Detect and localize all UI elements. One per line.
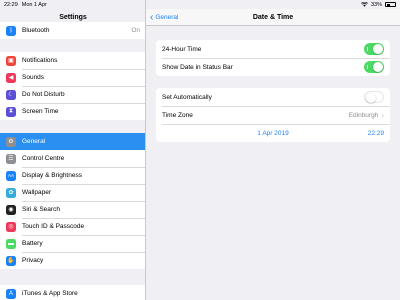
toggle-show-date-status-bar[interactable] <box>364 61 384 73</box>
sidebar-item-display-brightness[interactable]: AA Display & Brightness <box>0 167 145 184</box>
sidebar-group: ᛒ Bluetooth On <box>0 22 145 39</box>
row-label: 24-Hour Time <box>162 45 202 53</box>
chevron-right-icon: › <box>381 110 384 120</box>
row-24-hour-time: 24-Hour Time <box>156 40 390 58</box>
siri-icon: ◉ <box>6 204 16 215</box>
sidebar-item-general[interactable]: ⚙ General <box>0 133 145 150</box>
bluetooth-icon: ᛒ <box>6 25 16 36</box>
sidebar-item-battery[interactable]: ▬ Battery <box>0 235 145 252</box>
row-set-automatically: Set Automatically <box>156 88 390 106</box>
hourglass-icon: ⧗ <box>6 106 16 117</box>
sidebar-item-itunes-app-store[interactable]: AiTunes & App Store <box>0 285 145 300</box>
sidebar-item-label: Control Centre <box>22 155 65 162</box>
time-zone-value: Edinburgh › <box>349 111 384 120</box>
sidebar-item-label: Bluetooth <box>22 27 50 34</box>
sidebar-item-label: Do Not Disturb <box>22 91 65 98</box>
sidebar-item-bluetooth[interactable]: ᛒ Bluetooth On <box>0 22 145 39</box>
sidebar-item-label: Privacy <box>22 257 44 264</box>
sidebar-item-label: Siri & Search <box>22 206 60 213</box>
row-show-date-status-bar: Show Date in Status Bar <box>156 58 390 76</box>
status-right: 33% <box>361 2 396 8</box>
sidebar-item-label: Display & Brightness <box>22 172 82 179</box>
row-label: Set Automatically <box>162 93 212 101</box>
picker-date[interactable]: 1 Apr 2019 <box>156 130 390 137</box>
date-time-pane: ‹ General Date & Time 24-Hour Time Show … <box>146 0 400 300</box>
gear-icon: ⚙ <box>6 136 16 147</box>
page-title: Date & Time <box>252 14 294 21</box>
toggle-24-hour-time[interactable] <box>364 43 384 55</box>
battery-icon: ▬ <box>6 238 16 249</box>
control-centre-icon: ☰ <box>6 153 16 164</box>
date-time-group: Set Automatically Time Zone Edinburgh › … <box>156 88 390 142</box>
sidebar-group: ⚙ General ☰ Control Centre AA Display & Brigh… <box>0 133 145 269</box>
notifications-icon: ▣ <box>6 55 16 66</box>
sounds-icon: ◀ <box>6 72 16 83</box>
sidebar-item-touch-id-passcode[interactable]: ◎ Touch ID & Passcode <box>0 218 145 235</box>
app-store-icon: A <box>6 288 16 299</box>
status-date: Mon 1 Apr <box>21 1 47 8</box>
sidebar-item-notifications[interactable]: ▣ Notifications <box>0 52 145 69</box>
sidebar-item-label: Notifications <box>22 57 58 64</box>
moon-icon: ☾ <box>6 89 16 100</box>
sidebar-item-label: Wallpaper <box>22 189 52 196</box>
sidebar-item-wallpaper[interactable]: ✿ Wallpaper <box>0 184 145 201</box>
row-time-zone[interactable]: Time Zone Edinburgh › <box>156 106 390 124</box>
battery-status-icon <box>385 2 396 7</box>
wifi-icon <box>361 2 368 7</box>
sidebar-item-value: On <box>131 27 140 34</box>
sidebar-item-label: iTunes & App Store <box>22 290 78 297</box>
time-zone-name: Edinburgh <box>348 111 379 119</box>
sidebar-item-label: Screen Time <box>22 108 59 115</box>
sidebar-item-label: Sounds <box>22 74 45 81</box>
fingerprint-icon: ◎ <box>6 221 16 232</box>
battery-percent: 33% <box>370 1 382 8</box>
sidebar-item-label: Touch ID & Passcode <box>22 223 85 230</box>
sidebar-item-do-not-disturb[interactable]: ☾ Do Not Disturb <box>0 86 145 103</box>
sidebar-item-label: General <box>22 138 46 145</box>
settings-sidebar: Settings ᛒ Bluetooth On ▣ Notifications ◀ Soun… <box>0 0 146 300</box>
wallpaper-icon: ✿ <box>6 187 16 198</box>
row-label: Time Zone <box>162 111 193 119</box>
row-date-time-picker[interactable]: 1 Apr 2019 22:29 <box>156 124 390 142</box>
detail-nav-bar: ‹ General Date & Time <box>146 9 400 26</box>
sidebar-item-siri-search[interactable]: ◉ Siri & Search <box>0 201 145 218</box>
toggle-set-automatically[interactable] <box>364 91 384 103</box>
sidebar-item-label: Battery <box>22 240 43 247</box>
sidebar-item-screen-time[interactable]: ⧗ Screen Time <box>0 103 145 120</box>
status-bar: 22:29 Mon 1 Apr 33% <box>0 0 400 9</box>
time-format-group: 24-Hour Time Show Date in Status Bar <box>156 40 390 76</box>
status-time: 22:29 <box>4 1 18 8</box>
display-icon: AA <box>6 170 16 181</box>
sidebar-item-sounds[interactable]: ◀ Sounds <box>0 69 145 86</box>
row-label: Show Date in Status Bar <box>162 63 233 71</box>
sidebar-item-privacy[interactable]: ✋ Privacy <box>0 252 145 269</box>
sidebar-item-control-centre[interactable]: ☰ Control Centre <box>0 150 145 167</box>
sidebar-group: ▣ Notifications ◀ Sounds ☾ Do Not Disturb ⧗ Scr… <box>0 52 145 120</box>
hand-icon: ✋ <box>6 255 16 266</box>
sidebar-group: AiTunes & App Store <box>0 285 145 300</box>
picker-time[interactable]: 22:29 <box>368 130 384 137</box>
